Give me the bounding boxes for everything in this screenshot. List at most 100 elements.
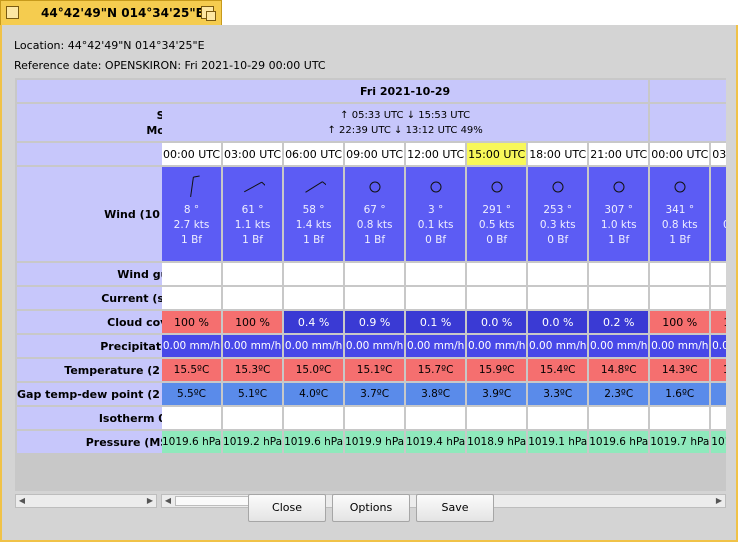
calm-wind-icon (552, 181, 564, 193)
calm-wind-icon (369, 181, 381, 193)
current-cell (711, 287, 726, 309)
wind-cell: 341 ° 0.8 kts 1 Bf (650, 167, 710, 261)
options-button[interactable]: Options (332, 494, 410, 522)
scroll-left-icon[interactable]: ◀ (16, 495, 28, 507)
precip-cell: 0.00 mm/h (528, 335, 588, 357)
isotherm-cell (223, 407, 283, 429)
time-cell: 12:00 UTC (406, 143, 466, 165)
wind-cell: 8 ° 2.7 kts 1 Bf (162, 167, 222, 261)
calm-wind-icon (430, 181, 442, 193)
cloud-cell: 0.9 % (345, 311, 405, 333)
wind-direction: 253 ° (543, 204, 573, 216)
isotherm-cell (345, 407, 405, 429)
cloud-cell: 0.0 % (528, 311, 588, 333)
time-cell: 03:00 UTC (223, 143, 283, 165)
time-cell: 09:00 UTC (345, 143, 405, 165)
grid-scroll-thumb[interactable] (175, 496, 253, 506)
temp-cell: 15.4ºC (528, 359, 588, 381)
time-cell: 00:00 UTC (162, 143, 222, 165)
meteogram-grid: SunMoon Wind (10 m) Wind gust Current (s… (15, 78, 726, 491)
pressure-cell: 1019.1 hPa (528, 431, 588, 453)
wind-beaufort: 0 Bf (425, 234, 447, 246)
sun-moon-cell-next (650, 104, 726, 141)
wind-speed: 0.3 kts (539, 219, 576, 231)
wind-direction: 291 ° (482, 204, 511, 216)
cloud-cell: 0.4 % (284, 311, 344, 333)
wind-beaufort: 0 Bf (486, 234, 508, 246)
wind-direction: 341 ° (665, 204, 695, 216)
label-scrollbar[interactable]: ◀ ▶ (15, 494, 157, 508)
wind-direction: 307 ° (604, 204, 634, 216)
moon-times: ↑ 22:39 UTC ↓ 13:12 UTC 49% (327, 124, 483, 136)
cloud-cell: 100 % (162, 311, 222, 333)
location-line: Location: 44°42'49"N 014°34'25"E (14, 39, 205, 52)
location-label: Location: (14, 39, 65, 52)
time-cell: 18:00 UTC (528, 143, 588, 165)
wind-cell: 58 ° 1.4 kts 1 Bf (284, 167, 344, 261)
save-button[interactable]: Save (416, 494, 494, 522)
wind-speed: 0.8 kts (661, 219, 698, 231)
time-cell: 21:00 UTC (589, 143, 649, 165)
window-menu-icon[interactable] (6, 6, 19, 19)
wind-cell: 61 ° 1.1 kts 1 Bf (223, 167, 283, 261)
precip-cell: 0.00 mm/h (284, 335, 344, 357)
gap-cell: 3.8ºC (406, 383, 466, 405)
current-cell (406, 287, 466, 309)
wind-beaufort: 1 Bf (364, 234, 386, 246)
wind-barb-icon (189, 175, 200, 197)
gust-cell (284, 263, 344, 285)
wind-barb-icon (304, 181, 326, 193)
pressure-cell: 1019.7 hPa (650, 431, 710, 453)
grid-scroll-right-icon[interactable]: ▶ (713, 495, 725, 507)
wind-direction: 340 ° (711, 203, 726, 218)
pressure-cell: 1018.9 hPa (467, 431, 527, 453)
time-cell: 06:00 UTC (284, 143, 344, 165)
sun-times: ↑ 05:33 UTC ↓ 15:53 UTC (340, 109, 471, 121)
precip-cell: 0.00 mm/h (650, 335, 710, 357)
wind-beaufort: 1 Bf (303, 234, 325, 246)
forecast-table: Fri 2021-10-29 ↑ 05:33 UTC ↓ 15:53 UTC ↑… (160, 78, 726, 455)
reference-value: OPENSKIRON: Fri 2021-10-29 00:00 UTC (104, 59, 326, 72)
pressure-cell: 1019.2 hPa (223, 431, 283, 453)
current-cell (650, 287, 710, 309)
temp-cell: 14.3ºC (650, 359, 710, 381)
cloud-cell: 0.0 % (467, 311, 527, 333)
cloud-cell: 100 % (223, 311, 283, 333)
close-button[interactable]: Close (248, 494, 326, 522)
gap-cell: 1.5ºC (711, 383, 726, 405)
wind-beaufort: 1 Bf (711, 233, 726, 248)
window-title-bar[interactable]: 44°42'49"N 014°34'25"E (0, 0, 222, 25)
current-cell (345, 287, 405, 309)
reference-line: Reference date: OPENSKIRON: Fri 2021-10-… (14, 59, 326, 72)
wind-beaufort: 1 Bf (669, 234, 691, 246)
gust-cell (467, 263, 527, 285)
wind-cell: 340 °0.8 kts1 Bf (711, 167, 726, 261)
scroll-right-icon[interactable]: ▶ (144, 495, 156, 507)
wind-direction: 67 ° (363, 204, 386, 216)
gap-cell: 3.7ºC (345, 383, 405, 405)
date-header-next (650, 80, 726, 102)
current-cell (162, 287, 222, 309)
wind-beaufort: 1 Bf (242, 234, 263, 246)
wind-speed: 1.1 kts (234, 219, 271, 231)
wind-barb-icon (243, 181, 265, 193)
cloud-cell: 0.2 % (589, 311, 649, 333)
wind-direction: 58 ° (302, 204, 325, 216)
current-cell (467, 287, 527, 309)
temp-cell: 15.1ºC (345, 359, 405, 381)
wind-speed: 0.8 kts (356, 219, 393, 231)
wind-speed: 1.4 kts (295, 219, 332, 231)
reference-label: Reference date: (14, 59, 102, 72)
temp-cell: 15.7ºC (406, 359, 466, 381)
isotherm-cell (406, 407, 466, 429)
date-header: Fri 2021-10-29 (162, 80, 649, 102)
calm-wind-icon (491, 181, 503, 193)
wind-speed: 0.8 kts (711, 218, 726, 233)
gust-cell (589, 263, 649, 285)
wind-beaufort: 1 Bf (181, 234, 202, 246)
restore-icon[interactable] (201, 6, 216, 21)
current-cell (223, 287, 283, 309)
gap-cell: 4.0ºC (284, 383, 344, 405)
grid-scroll-left-icon[interactable]: ◀ (162, 495, 174, 507)
temp-cell: 15.3ºC (223, 359, 283, 381)
